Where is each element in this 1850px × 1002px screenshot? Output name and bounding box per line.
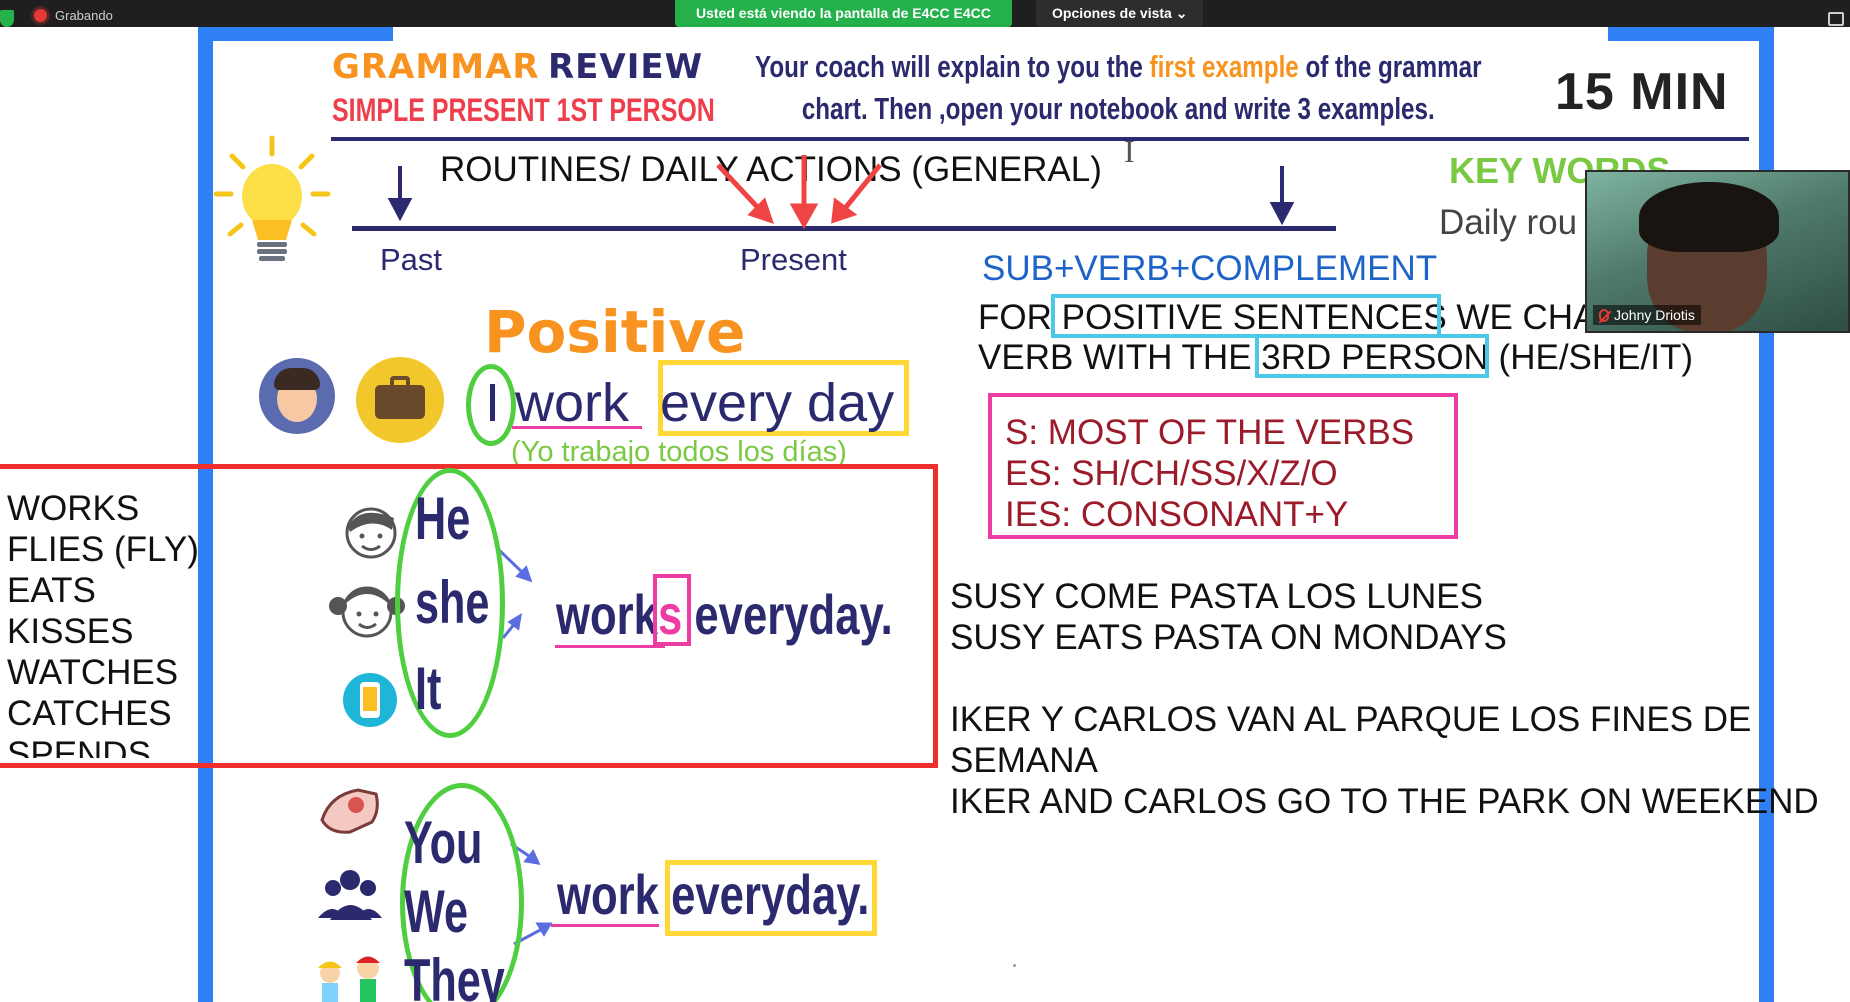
example-sentences-1: SUSY COME PASTA LOS LUNES SUSY EATS PAST… <box>950 576 1507 658</box>
pronoun-they: They <box>404 947 505 1002</box>
participant-name: Johny Driotis <box>1614 307 1695 323</box>
example-spanish-2: IKER Y CARLOS VAN AL PARQUE LOS FINES DE <box>950 700 1752 739</box>
example-verb-work: work <box>557 863 659 926</box>
participant-hair <box>1639 182 1779 252</box>
example-english-2: IKER AND CARLOS GO TO THE PARK ON WEEKEN… <box>950 782 1819 821</box>
pronoun-we: We <box>404 878 469 945</box>
example-spanish-2-cont: SEMANA <box>950 741 1098 780</box>
participant-name-tag: Johny Driotis <box>1593 305 1701 325</box>
participant-video-tile[interactable]: Johny Driotis <box>1585 170 1850 333</box>
third-person-icons <box>318 507 553 1002</box>
muted-mic-icon <box>1599 308 1609 322</box>
stray-dot <box>1013 964 1016 967</box>
pronoun-it: It <box>415 655 442 722</box>
pink-box-s <box>653 574 691 646</box>
phone-icon <box>343 673 397 727</box>
pointing-hand-icon <box>320 788 379 834</box>
example-sentences-2: IKER Y CARLOS VAN AL PARQUE LOS FINES DE… <box>950 699 1819 822</box>
group-icon <box>318 870 382 920</box>
example-verb-work: work <box>556 583 658 646</box>
example-spanish-1: SUSY COME PASTA LOS LUNES <box>950 577 1483 616</box>
underline-works <box>555 645 665 648</box>
boy-face-icon <box>345 507 397 559</box>
girl-face-icon <box>329 586 405 638</box>
example-english-1: SUSY EATS PASTA ON MONDAYS <box>950 618 1507 657</box>
yellow-box-everyday <box>665 860 877 936</box>
kids-icon <box>318 956 380 1002</box>
third-person-example: works everyday. <box>556 582 893 647</box>
underline-work-plural <box>551 924 659 927</box>
pronoun-he: He <box>415 485 471 552</box>
pronoun-she: she <box>415 569 490 636</box>
pronoun-you: You <box>404 809 483 876</box>
example-everyday: everyday. <box>694 583 893 646</box>
